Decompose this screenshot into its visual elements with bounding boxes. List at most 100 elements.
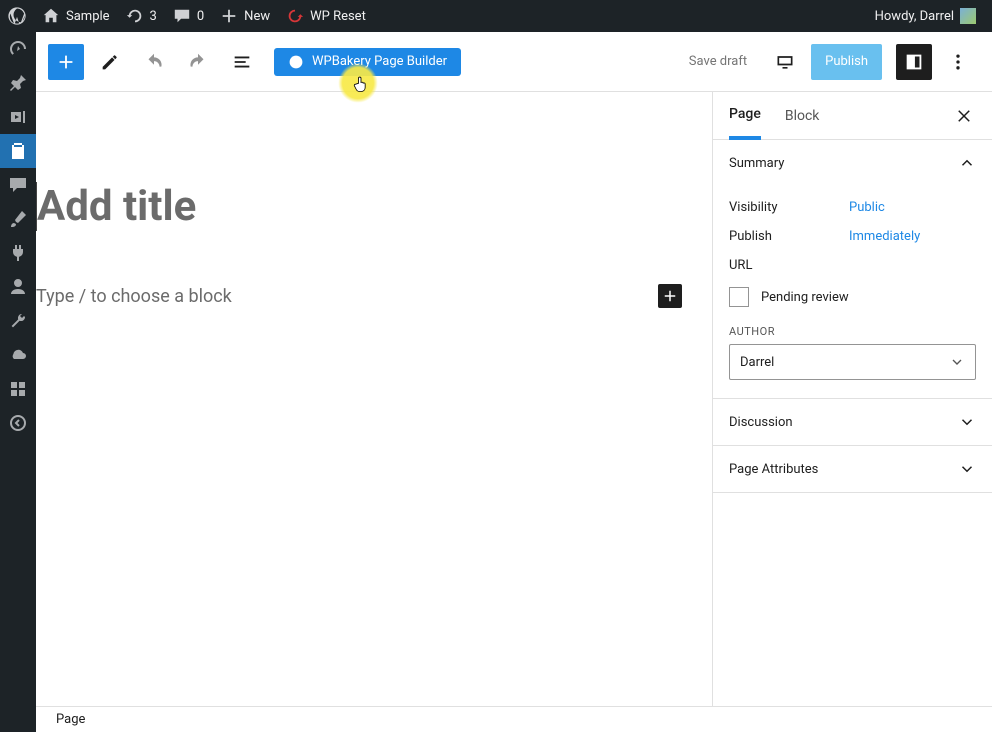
pencil-icon (99, 51, 121, 73)
comments-menu[interactable]: 0 (165, 0, 212, 32)
updates-icon (126, 7, 144, 25)
page-attributes-title: Page Attributes (729, 462, 818, 477)
wpbakery-button[interactable]: WPBakery Page Builder (274, 48, 461, 76)
comment-icon (8, 175, 28, 195)
undo-icon (143, 51, 165, 73)
brush-icon (8, 209, 28, 229)
comment-icon (173, 7, 191, 25)
post-title-input[interactable]: Add title (36, 182, 682, 231)
inline-add-block-button[interactable] (658, 284, 682, 308)
title-placeholder: Add title (37, 182, 196, 231)
pending-review-row: Pending review (729, 287, 976, 307)
sidebar-media[interactable] (0, 100, 36, 134)
publish-button[interactable]: Publish (811, 44, 882, 80)
sidebar-comments[interactable] (0, 168, 36, 202)
tools-pencil-button[interactable] (92, 44, 128, 80)
sidebar-tools[interactable] (0, 304, 36, 338)
site-name: Sample (66, 9, 110, 24)
summary-body: Visibility Public Publish Immediately UR… (713, 200, 992, 398)
pin-icon (8, 73, 28, 93)
redo-icon (187, 51, 209, 73)
publish-label: Publish (729, 229, 849, 244)
wp-reset-menu[interactable]: WP Reset (278, 0, 374, 32)
chevron-down-icon (958, 460, 976, 478)
pending-review-checkbox[interactable] (729, 287, 749, 307)
section-summary: Summary Visibility Public Publish Immedi… (713, 140, 992, 399)
wp-logo-menu[interactable] (0, 0, 34, 32)
media-icon (8, 107, 28, 127)
new-label: New (244, 9, 270, 24)
updates-menu[interactable]: 3 (118, 0, 165, 32)
sidebar-settings[interactable] (0, 338, 36, 372)
close-settings-button[interactable] (952, 104, 976, 128)
author-select[interactable]: Darrel (729, 344, 976, 380)
sidebar-posts[interactable] (0, 66, 36, 100)
sidebar-pages[interactable] (0, 134, 36, 168)
sidebar-plugins[interactable] (0, 236, 36, 270)
sidebar-collapse[interactable] (0, 406, 36, 440)
tab-page[interactable]: Page (729, 92, 761, 140)
chevron-down-icon (958, 413, 976, 431)
visibility-row: Visibility Public (729, 200, 976, 215)
collapse-icon (8, 413, 28, 433)
editor-canvas[interactable]: Add title Type / to choose a block (36, 92, 712, 706)
grid-icon (8, 379, 28, 399)
sidebar-wpbakery[interactable] (0, 372, 36, 406)
list-icon (231, 51, 253, 73)
user-menu[interactable]: Howdy, Darrel (867, 0, 984, 32)
pending-review-label: Pending review (761, 290, 849, 305)
sidebar-dashboard[interactable] (0, 32, 36, 66)
wp-reset-icon (286, 7, 304, 25)
discussion-title: Discussion (729, 415, 793, 430)
visibility-label: Visibility (729, 200, 849, 215)
save-draft-button[interactable]: Save draft (677, 54, 759, 69)
editor-body: Add title Type / to choose a block Page … (36, 92, 992, 706)
settings-tabs: Page Block (713, 92, 992, 140)
more-options-button[interactable] (940, 44, 976, 80)
more-vertical-icon (948, 52, 968, 72)
block-editor: WPBakery Page Builder Save draft Publish… (36, 32, 992, 732)
page-attributes-toggle[interactable]: Page Attributes (713, 446, 992, 492)
sidebar-users[interactable] (0, 270, 36, 304)
chevron-down-icon (949, 354, 965, 370)
url-label: URL (729, 258, 849, 273)
redo-button[interactable] (180, 44, 216, 80)
author-heading: AUTHOR (729, 325, 976, 338)
undo-button[interactable] (136, 44, 172, 80)
visibility-value[interactable]: Public (849, 200, 885, 215)
new-content-menu[interactable]: New (212, 0, 278, 32)
discussion-toggle[interactable]: Discussion (713, 399, 992, 445)
plugin-icon (8, 243, 28, 263)
breadcrumb[interactable]: Page (56, 712, 85, 727)
dashboard-icon (8, 39, 28, 59)
user-icon (8, 277, 28, 297)
pages-icon (8, 141, 28, 161)
desktop-icon (775, 52, 795, 72)
settings-panel: Page Block Summary Visibility Public (712, 92, 992, 706)
sidebar-toggle-icon (903, 51, 925, 73)
sidebar-appearance[interactable] (0, 202, 36, 236)
comments-count: 0 (197, 9, 204, 24)
wpbakery-icon (288, 54, 304, 70)
editor-footer: Page (36, 706, 992, 732)
summary-toggle[interactable]: Summary (713, 140, 992, 186)
plus-icon (220, 7, 238, 25)
publish-value[interactable]: Immediately (849, 229, 920, 244)
close-icon (955, 107, 973, 125)
wordpress-icon (8, 7, 26, 25)
cloud-icon (8, 345, 28, 365)
add-block-button[interactable] (48, 44, 84, 80)
section-discussion: Discussion (713, 399, 992, 446)
settings-toggle-button[interactable] (896, 44, 932, 80)
preview-button[interactable] (767, 44, 803, 80)
wp-reset-label: WP Reset (310, 9, 366, 24)
tab-block[interactable]: Block (785, 92, 820, 140)
document-overview-button[interactable] (224, 44, 260, 80)
wrench-icon (8, 311, 28, 331)
site-name-menu[interactable]: Sample (34, 0, 118, 32)
updates-count: 3 (150, 9, 157, 24)
section-page-attributes: Page Attributes (713, 446, 992, 493)
publish-row: Publish Immediately (729, 229, 976, 244)
avatar (960, 8, 976, 24)
default-block-appender[interactable]: Type / to choose a block (36, 284, 682, 308)
